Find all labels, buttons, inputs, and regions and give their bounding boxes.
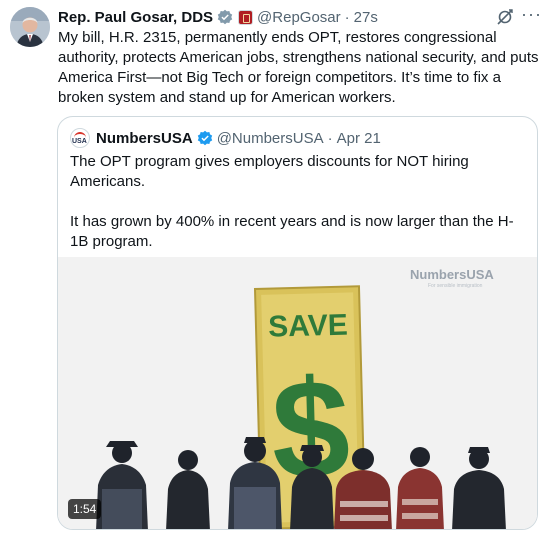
quoted-paragraph: The OPT program gives employers discount… (70, 153, 469, 190)
more-options-icon[interactable]: ··· (521, 5, 541, 25)
author-avatar-image (10, 7, 50, 47)
quoted-author-avatar[interactable]: USA (70, 128, 90, 148)
tweet-timestamp[interactable]: 27s (354, 9, 378, 26)
blue-verified-badge-icon[interactable] (197, 130, 213, 146)
author-avatar[interactable] (10, 7, 50, 47)
quoted-tweet-card[interactable]: USA NumbersUSA @NumbersUSA · Apr 21 The … (57, 116, 538, 530)
video-player[interactable]: SAVE $ NumbersUSA For sensible immigrati… (58, 257, 537, 529)
video-thumbnail: SAVE $ (58, 257, 537, 529)
quoted-tweet-text: The OPT program gives employers discount… (70, 152, 530, 272)
government-affiliation-badge-icon[interactable] (238, 9, 254, 25)
author-display-name[interactable]: Rep. Paul Gosar, DDS (58, 9, 213, 26)
quoted-header-separator: · (327, 129, 333, 147)
sign-word: SAVE (268, 309, 348, 344)
video-duration-badge: 1:54 (68, 499, 102, 519)
quoted-avatar-text: USA (72, 138, 87, 145)
watermark-tagline: For sensible immigration (428, 283, 483, 289)
quoted-tweet-header: USA NumbersUSA @NumbersUSA · Apr 21 (70, 127, 381, 149)
grok-icon[interactable] (495, 7, 515, 27)
quoted-author-handle[interactable]: @NumbersUSA (217, 130, 324, 147)
tweet-text: My bill, H.R. 2315, permanently ends OPT… (58, 29, 539, 106)
tweet[interactable]: Rep. Paul Gosar, DDS @RepGosar · 27s ···… (0, 0, 550, 536)
quoted-paragraph: It has grown by 400% in recent years and… (70, 213, 514, 250)
tweet-header: Rep. Paul Gosar, DDS @RepGosar · 27s (58, 7, 378, 27)
video-watermark: NumbersUSA For sensible immigration (410, 266, 494, 289)
quoted-author-display-name[interactable]: NumbersUSA (96, 130, 193, 147)
gray-verified-badge-icon[interactable] (217, 9, 233, 25)
header-separator: · (344, 8, 350, 26)
author-handle[interactable]: @RepGosar (257, 9, 341, 26)
quoted-tweet-timestamp[interactable]: Apr 21 (337, 130, 381, 147)
watermark-name: NumbersUSA (410, 267, 494, 282)
